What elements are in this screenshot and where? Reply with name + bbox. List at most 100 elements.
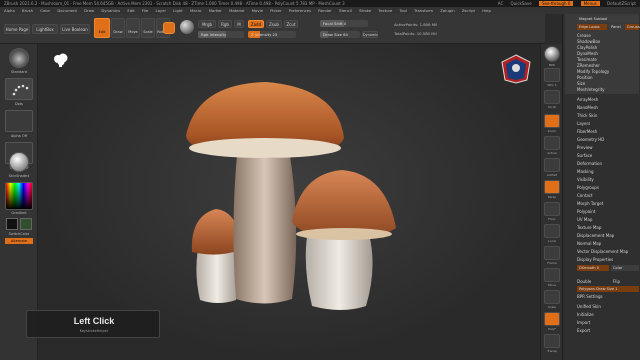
edge-loops-button[interactable]: Edge Loops	[577, 24, 607, 30]
menu-stencil[interactable]: Stencil	[339, 8, 352, 13]
frame-button[interactable]	[544, 246, 560, 260]
persp-button[interactable]	[544, 180, 560, 194]
menu-edit[interactable]: Edit	[127, 8, 134, 13]
texture-map-item[interactable]: Texture Map	[577, 225, 601, 230]
menu-tool[interactable]: Tool	[400, 8, 407, 13]
vector-displacement-map-item[interactable]: Vector Displacement Map	[577, 249, 628, 254]
unified-skin-item[interactable]: Unified Skin	[577, 304, 601, 309]
menu-help[interactable]: Help	[482, 8, 491, 13]
bpr-settings-item[interactable]: BPR Settings	[577, 294, 603, 299]
menu-material[interactable]: Material	[229, 8, 244, 13]
live-boolean-tab[interactable]: Live Boolean	[60, 24, 90, 34]
brush-thumbnail[interactable]	[9, 48, 29, 68]
material-swatch-icon[interactable]	[163, 22, 175, 34]
menu-light[interactable]: Light	[173, 8, 182, 13]
magnet-subtool-button[interactable]: Magnet Subtool	[577, 16, 639, 22]
layers-item[interactable]: Layers	[577, 121, 590, 126]
edit-button[interactable]: Edit	[94, 18, 110, 38]
import-item[interactable]: Import	[577, 320, 590, 325]
masking-item[interactable]: Masking	[577, 169, 594, 174]
alternate-button[interactable]: Alternate	[5, 238, 33, 244]
quicksave-button[interactable]: QuickSave	[511, 1, 532, 6]
geometry-hd-item[interactable]: Geometry HD	[577, 137, 604, 142]
m-button[interactable]: M	[234, 20, 244, 28]
groups-button[interactable]: Groups	[625, 24, 640, 30]
menus-button[interactable]: Menus	[580, 1, 600, 6]
polygons-draw-size-slider[interactable]: Polygons Draw Size 1	[577, 286, 639, 292]
polyf-button[interactable]	[544, 312, 560, 326]
switch-color-label[interactable]: SwitchColor	[3, 232, 35, 236]
ac-button[interactable]: AC	[498, 1, 503, 6]
z-intensity-slider[interactable]: Z Intensity 25	[248, 31, 296, 38]
contact-item[interactable]: Contact	[577, 193, 593, 198]
menu-brush[interactable]: Brush	[22, 8, 33, 13]
menu-document[interactable]: Document	[57, 8, 77, 13]
crease-item[interactable]: Crease	[577, 33, 591, 38]
dynamic-button[interactable]: Dynamic	[362, 31, 378, 38]
claypolish-item[interactable]: ClayPolish	[577, 45, 597, 50]
meshintegrity-item[interactable]: MeshIntegrity	[577, 87, 605, 92]
dynamesh-item[interactable]: DynaMesh	[577, 51, 598, 56]
zremesher-item[interactable]: ZRemesher	[577, 63, 600, 68]
flip-toggle[interactable]: Flip	[613, 279, 620, 284]
modify-topology-item[interactable]: Modify Topology	[577, 69, 609, 74]
draw-button[interactable]: Draw	[111, 18, 125, 38]
zoom-button[interactable]	[544, 114, 560, 128]
material-thumbnail[interactable]	[9, 152, 29, 172]
position-item[interactable]: Position	[577, 75, 593, 80]
panel-button[interactable]: Panel	[609, 24, 624, 30]
scale-view-button[interactable]	[544, 290, 560, 304]
menu-marker[interactable]: Marker	[209, 8, 222, 13]
home-page-tab[interactable]: Home Page	[4, 24, 30, 34]
deformation-item[interactable]: Deformation	[577, 161, 602, 166]
menu-zplugin[interactable]: Zplugin	[440, 8, 454, 13]
menu-macro[interactable]: Macro	[190, 8, 202, 13]
bpr-button[interactable]	[544, 46, 560, 62]
menu-alpha[interactable]: Alpha	[4, 8, 15, 13]
menu-zscript[interactable]: Zscript	[462, 8, 475, 13]
default-zscript-button[interactable]: DefaultZScript	[607, 1, 636, 6]
scale-button[interactable]: Scale	[141, 18, 155, 38]
displacement-map-item[interactable]: Displacement Map	[577, 233, 614, 238]
floor-button[interactable]	[544, 202, 560, 216]
menu-file[interactable]: File	[142, 8, 148, 13]
see-through-slider[interactable]: See-through 0	[538, 1, 574, 6]
surface-item[interactable]: Surface	[577, 153, 592, 158]
spix-button[interactable]	[544, 68, 560, 82]
local-button[interactable]	[544, 224, 560, 238]
main-color-swatch[interactable]	[6, 218, 18, 230]
move-view-button[interactable]	[544, 268, 560, 282]
menu-stroke[interactable]: Stroke	[359, 8, 371, 13]
move-button[interactable]: Move	[126, 18, 140, 38]
material-sphere-icon[interactable]	[180, 20, 194, 34]
menu-movie[interactable]: Movie	[252, 8, 263, 13]
export-item[interactable]: Export	[577, 328, 590, 333]
uv-map-item[interactable]: UV Map	[577, 217, 592, 222]
transp-button[interactable]	[544, 334, 560, 348]
menu-layer[interactable]: Layer	[155, 8, 166, 13]
color-slider[interactable]: Color	[611, 265, 639, 271]
thick-skin-item[interactable]: Thick Skin	[577, 113, 597, 118]
color-picker[interactable]	[5, 182, 33, 210]
menu-dynamics[interactable]: Dynamics	[101, 8, 120, 13]
fibermesh-item[interactable]: FiberMesh	[577, 129, 597, 134]
menu-color[interactable]: Color	[40, 8, 50, 13]
polypaint-item[interactable]: Polypaint	[577, 209, 595, 214]
shadowbox-item[interactable]: ShadowBox	[577, 39, 600, 44]
menu-texture[interactable]: Texture	[378, 8, 392, 13]
initialize-item[interactable]: Initialize	[577, 312, 594, 317]
dsmooth-slider[interactable]: DSmooth 0	[577, 265, 609, 271]
normal-map-item[interactable]: Normal Map	[577, 241, 601, 246]
actual-button[interactable]	[544, 136, 560, 150]
menu-preferences[interactable]: Preferences	[289, 8, 311, 13]
zadd-button[interactable]: Zadd	[248, 20, 264, 28]
display-properties-item[interactable]: Display Properties	[577, 257, 613, 262]
focal-shift-slider[interactable]: Focal Shift 0	[320, 20, 368, 27]
zcut-button[interactable]: Zcut	[284, 20, 298, 28]
aahalf-button[interactable]	[544, 158, 560, 172]
menu-transform[interactable]: Transform	[414, 8, 433, 13]
polygroups-item[interactable]: Polygroups	[577, 185, 599, 190]
tessimate-item[interactable]: Tessimate	[577, 57, 597, 62]
scroll-button[interactable]	[544, 90, 560, 104]
nanomesh-item[interactable]: NanoMesh	[577, 105, 598, 110]
